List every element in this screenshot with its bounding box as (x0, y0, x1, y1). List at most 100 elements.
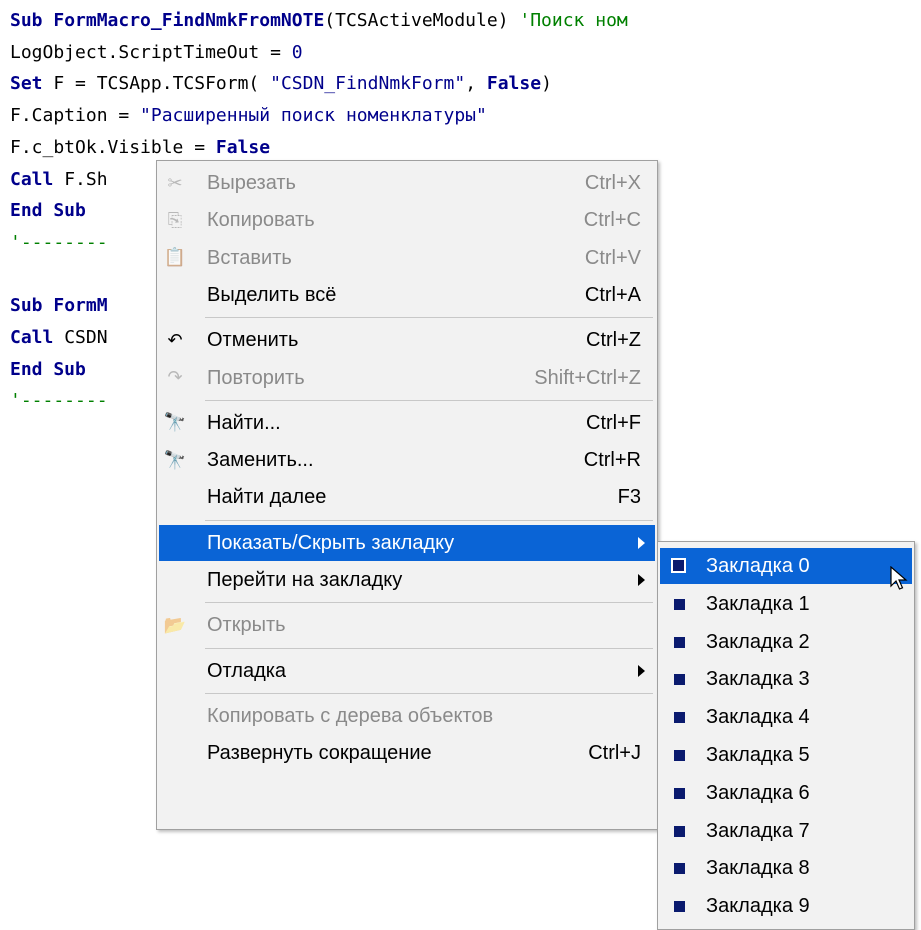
bookmark-bullet-icon (674, 901, 685, 913)
menu-copy-from-tree[interactable]: Копировать с дерева объектов (159, 698, 655, 734)
submenu-item-bookmark[interactable]: Закладка 1 (660, 586, 912, 622)
submenu-item-bookmark[interactable]: Закладка 7 (660, 813, 912, 849)
menu-cut[interactable]: ✂ Вырезать Ctrl+X (159, 165, 655, 201)
bookmark-bullet-icon (674, 674, 685, 686)
code-token: FormM (53, 295, 108, 317)
code-token: End Sub (10, 200, 86, 222)
menu-goto-bookmark[interactable]: Перейти на закладку (159, 562, 655, 598)
submenu-item-label: Закладка 4 (706, 706, 810, 729)
menu-item-label: Копировать (207, 209, 315, 232)
code-token: False (486, 73, 542, 95)
cut-icon: ✂ (167, 172, 183, 193)
submenu-item-bookmark[interactable]: Закладка 6 (660, 775, 912, 811)
mouse-cursor-icon (890, 566, 908, 590)
bookmark-bullet-icon (674, 750, 685, 761)
submenu-item-label: Закладка 3 (706, 668, 810, 691)
code-token: Sub (10, 295, 54, 317)
copy-icon: ⎘ (167, 209, 183, 230)
code-line: Call F.Sh (10, 164, 108, 195)
menu-item-shortcut: Ctrl+J (588, 742, 641, 765)
submenu-item-bookmark[interactable]: Закладка 5 (660, 737, 912, 773)
submenu-item-label: Закладка 7 (706, 819, 810, 842)
menu-item-label: Отладка (207, 659, 287, 682)
menu-separator (205, 692, 653, 694)
submenu-item-bookmark[interactable]: Закладка 8 (660, 850, 912, 886)
binoculars-icon: 🔭 (163, 412, 187, 433)
menu-open[interactable]: 📂 Открыть (159, 607, 655, 643)
code-line: '-------- (10, 227, 108, 258)
submenu-item-bookmark[interactable]: Закладка 4 (660, 699, 912, 735)
code-line: F.c_btOk.Visible = False (10, 132, 270, 163)
code-token: (TCSActiveModule) (324, 10, 520, 31)
menu-separator (205, 647, 653, 649)
submenu-item-label: Закладка 8 (706, 857, 810, 880)
submenu-item-label: Закладка 1 (706, 592, 810, 615)
menu-item-shortcut: Ctrl+C (583, 209, 641, 232)
undo-icon: ↶ (167, 329, 183, 350)
menu-item-shortcut: Ctrl+A (584, 283, 641, 306)
code-token: End Sub (10, 358, 86, 380)
submenu-item-bookmark[interactable]: Закладка 9 (660, 888, 912, 924)
code-line: '-------- (10, 385, 108, 416)
menu-item-label: Копировать с дерева объектов (207, 704, 494, 727)
code-token: Call (10, 327, 65, 348)
menu-copy[interactable]: ⎘ Копировать Ctrl+C (159, 202, 655, 238)
code-token: Set (10, 73, 54, 95)
menu-item-shortcut: Ctrl+V (584, 246, 641, 269)
code-token: '-------- (10, 231, 108, 253)
menu-item-label: Найти далее (207, 486, 327, 509)
submenu-item-label: Закладка 9 (706, 895, 810, 918)
submenu-item-bookmark[interactable]: Закладка 0 (660, 548, 912, 584)
redo-icon: ↷ (167, 367, 183, 387)
code-line: LogObject.ScriptTimeOut = 0 (10, 37, 303, 68)
open-folder-icon: 📂 (163, 614, 187, 635)
submenu-arrow-icon (638, 664, 645, 677)
code-token: F = TCSApp.TCSForm( (53, 73, 271, 95)
submenu-arrow-icon (638, 536, 645, 549)
menu-item-shortcut: F3 (617, 486, 641, 509)
menu-toggle-bookmark[interactable]: Показать/Скрыть закладку (159, 524, 655, 561)
code-token: False (215, 136, 271, 158)
menu-separator (205, 519, 653, 521)
submenu-item-bookmark[interactable]: Закладка 2 (660, 624, 912, 660)
code-token: Sub (10, 10, 54, 31)
menu-find[interactable]: 🔭 Найти... Ctrl+F (159, 405, 655, 441)
menu-item-label: Отменить (207, 329, 299, 352)
bookmark-bullet-icon (674, 598, 685, 610)
menu-separator (205, 317, 653, 319)
menu-item-label: Развернуть сокращение (207, 742, 432, 765)
bookmark-bullet-icon (674, 636, 685, 648)
code-line: Set F = TCSApp.TCSForm( "CSDN_FindNmkFor… (10, 68, 552, 99)
code-token: F.Caption = (10, 105, 141, 127)
bookmark-bullet-icon (674, 863, 685, 875)
code-line: Sub FormM (10, 290, 108, 321)
code-token: , (465, 73, 487, 95)
menu-select-all[interactable]: Выделить всё Ctrl+A (159, 277, 655, 313)
menu-item-label: Открыть (207, 614, 286, 637)
menu-paste[interactable]: 📋 Вставить Ctrl+V (159, 240, 655, 276)
menu-item-label: Повторить (207, 366, 305, 389)
menu-item-label: Вырезать (207, 172, 296, 194)
menu-item-label: Вставить (207, 246, 292, 269)
menu-undo[interactable]: ↶ Отменить Ctrl+Z (159, 322, 655, 358)
menu-item-label: Показать/Скрыть закладку (207, 531, 455, 554)
menu-expand-abbrev[interactable]: Развернуть сокращение Ctrl+J (159, 735, 655, 771)
menu-find-next[interactable]: Найти далее F3 (159, 479, 655, 515)
submenu-item-label: Закладка 2 (706, 630, 810, 653)
menu-item-label: Перейти на закладку (207, 569, 403, 591)
menu-replace[interactable]: 🔭 Заменить... Ctrl+R (159, 442, 655, 478)
code-token: FormMacro_FindNmkFromNOTE (53, 10, 325, 31)
bookmark-bullet-icon (674, 787, 685, 799)
code-token: "Расширенный поиск номенклатуры" (140, 105, 487, 127)
menu-item-shortcut: Ctrl+F (586, 411, 641, 434)
code-line: F.Caption = "Расширенный поиск номенклат… (10, 100, 487, 131)
bookmark-bullet-icon (674, 825, 685, 837)
menu-redo[interactable]: ↷ Повторить Shift+Ctrl+Z (159, 360, 655, 396)
menu-item-label: Выделить всё (207, 283, 337, 306)
submenu-item-bookmark[interactable]: Закладка 3 (660, 661, 912, 697)
submenu-item-label: Закладка 6 (706, 781, 810, 804)
menu-debug[interactable]: Отладка (159, 653, 655, 689)
bookmark-submenu: Закладка 0 Закладка 1 Закладка 2 Закладка 3… (657, 541, 915, 930)
menu-item-label: Найти... (207, 411, 281, 434)
context-menu: ✂ Вырезать Ctrl+X ⎘ Копировать Ctrl+C 📋 Вставит… (156, 160, 658, 830)
